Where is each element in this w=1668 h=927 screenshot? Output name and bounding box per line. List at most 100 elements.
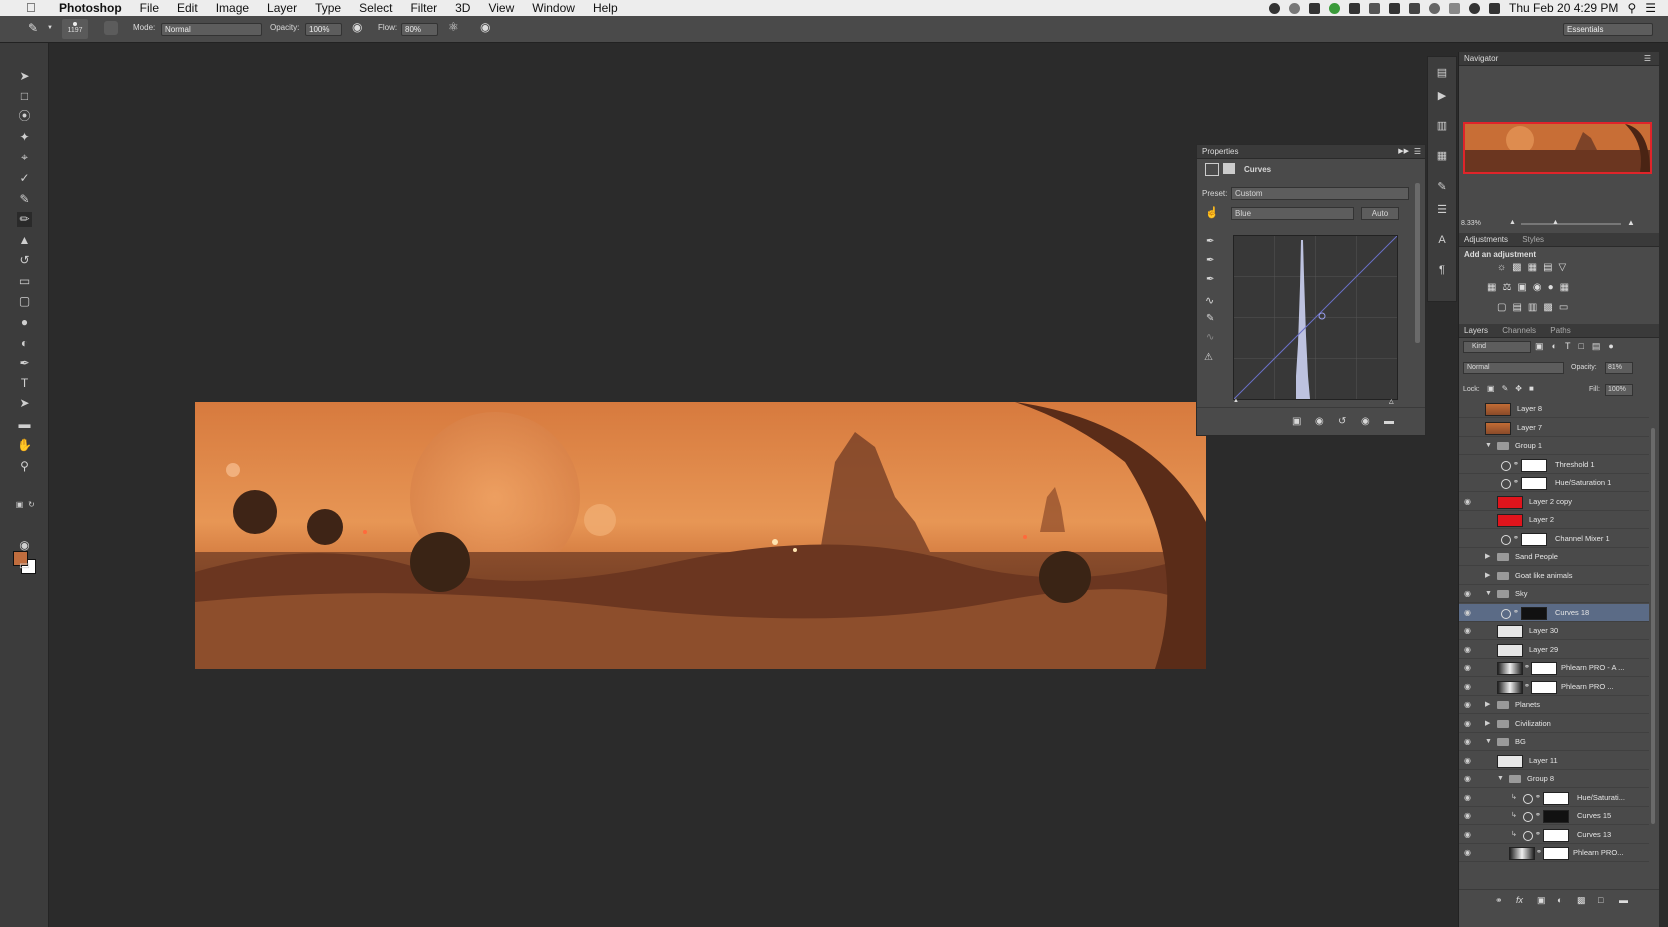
histogram-panel-icon[interactable]: ▥ <box>1436 120 1448 132</box>
layer-thumbnail[interactable] <box>1497 514 1523 527</box>
menu-clock[interactable]: Thu Feb 20 4:29 PM <box>1509 1 1618 15</box>
eye-icon[interactable]: ◉ <box>1464 627 1473 635</box>
layer-thumbnail[interactable] <box>1485 421 1511 435</box>
navigator-tab[interactable]: Navigator <box>1464 54 1498 63</box>
link-layers-icon[interactable]: ⚭ <box>1495 895 1503 906</box>
spotlight-search-icon[interactable]: ⚲ <box>1627 1 1636 15</box>
zoom-slider[interactable] <box>1521 223 1621 225</box>
bluetooth-icon[interactable] <box>1449 2 1461 14</box>
move-tool-icon[interactable]: ➤ <box>17 69 32 84</box>
pen-tool-icon[interactable]: ✒ <box>17 356 32 371</box>
character-panel-icon[interactable]: A <box>1436 234 1448 246</box>
layer-row[interactable]: ◉ ⚭ Phlearn PRO... <box>1459 844 1649 862</box>
layer-row[interactable]: ▼ Group 1 <box>1459 437 1649 455</box>
gradient-map-icon[interactable]: ▭ <box>1559 302 1574 313</box>
lock-all-icon[interactable]: ■ <box>1529 384 1541 393</box>
layer-row[interactable]: ⚭ Threshold 1 <box>1459 456 1649 474</box>
adjustments-tab[interactable]: Adjustments <box>1464 235 1508 244</box>
layer-mask-thumbnail[interactable] <box>1531 662 1557 675</box>
menu-file[interactable]: File <box>131 0 168 16</box>
chain-link-icon[interactable]: ⚭ <box>1535 826 1541 843</box>
evernote-icon[interactable] <box>1329 2 1341 14</box>
eject-icon[interactable] <box>1409 2 1421 14</box>
photo-filter-icon[interactable]: ◉ <box>1533 282 1548 293</box>
filter-shape-icon[interactable]: □ <box>1578 341 1591 351</box>
brush-presets-panel-icon[interactable]: ☰ <box>1436 204 1448 216</box>
airplay-icon[interactable] <box>1389 2 1401 14</box>
layer-row[interactable]: ◉ ▼ Sky <box>1459 585 1649 603</box>
layer-row[interactable]: ◉ ↳ ⚭ Curves 15 <box>1459 807 1649 825</box>
navigator-preview[interactable] <box>1463 122 1652 174</box>
menu-help[interactable]: Help <box>584 0 627 16</box>
paths-tab[interactable]: Paths <box>1550 326 1570 335</box>
eye-icon[interactable]: ◉ <box>1464 849 1473 857</box>
expand-arrow-icon[interactable]: ▼ <box>1485 585 1492 602</box>
visibility-toggle[interactable] <box>1464 535 1473 542</box>
visibility-toggle[interactable] <box>1464 442 1473 449</box>
menu-image[interactable]: Image <box>207 0 258 16</box>
layer-mask-thumbnail[interactable] <box>1543 828 1569 842</box>
airbrush-icon[interactable]: ⚛ <box>448 20 459 34</box>
layer-thumbnail[interactable] <box>1497 754 1523 768</box>
chain-link-icon[interactable]: ⚭ <box>1535 807 1541 824</box>
collapse-arrow-icon[interactable]: ▶ <box>1485 567 1490 584</box>
quick-select-tool-icon[interactable]: ✦ <box>17 130 32 145</box>
panel-menu-icon[interactable]: ☰ <box>1414 145 1421 158</box>
black-white-icon[interactable]: ▣ <box>1517 282 1532 293</box>
layer-row[interactable]: ◉ Layer 30 <box>1459 622 1649 640</box>
layer-mask-icon[interactable] <box>1223 163 1235 174</box>
layer-thumbnail[interactable] <box>1509 847 1535 860</box>
layer-row[interactable]: ◉ Layer 2 copy <box>1459 493 1649 511</box>
layer-row[interactable]: ◉ ↳ ⚭ Hue/Saturati... <box>1459 789 1649 807</box>
eraser-tool-icon[interactable]: ▭ <box>17 274 32 289</box>
wifi-icon[interactable] <box>1469 2 1481 14</box>
curves-icon[interactable]: ▦ <box>1528 262 1543 273</box>
properties-scrollbar[interactable] <box>1415 183 1420 343</box>
chain-link-icon[interactable]: ⚭ <box>1535 789 1541 806</box>
auto-button[interactable]: Auto <box>1361 207 1399 220</box>
dodge-tool-icon[interactable]: ◐ <box>17 336 32 351</box>
new-group-icon[interactable]: ▩ <box>1577 895 1586 906</box>
actions-panel-icon[interactable]: ▶ <box>1436 90 1448 102</box>
notification-center-icon[interactable]: ☰ <box>1645 1 1656 15</box>
workspace-select[interactable]: Essentials <box>1563 23 1653 36</box>
layer-row[interactable]: ◉ ▼ BG <box>1459 733 1649 751</box>
eye-icon[interactable]: ◉ <box>1464 664 1473 672</box>
screen-mode-icon[interactable]: ▭ <box>17 558 32 573</box>
blur-tool-icon[interactable]: ● <box>17 315 32 330</box>
color-lookup-icon[interactable]: ▦ <box>1560 282 1575 293</box>
lock-position-icon[interactable]: ✥ <box>1515 384 1529 393</box>
eye-icon[interactable]: ◉ <box>1464 830 1473 838</box>
brush-size-picker[interactable]: 1197 <box>62 19 88 39</box>
chain-link-icon[interactable]: ⚭ <box>1513 474 1519 491</box>
chain-link-icon[interactable]: ⚭ <box>1524 678 1530 695</box>
expand-arrow-icon[interactable]: ▼ <box>1485 437 1492 454</box>
menu-filter[interactable]: Filter <box>401 0 446 16</box>
hand-tool-icon[interactable]: ✋ <box>17 438 32 453</box>
eye-icon[interactable]: ◉ <box>1464 590 1473 598</box>
eye-icon[interactable]: ◉ <box>1464 497 1473 505</box>
layer-thumbnail[interactable] <box>1497 625 1523 638</box>
threshold-icon[interactable]: ▥ <box>1528 302 1543 313</box>
layer-mask-thumbnail[interactable] <box>1521 477 1547 490</box>
eye-icon[interactable]: ◉ <box>1464 793 1473 801</box>
layer-mask-thumbnail[interactable] <box>1543 791 1569 805</box>
layer-kind-filter[interactable]: Kind <box>1463 341 1531 353</box>
layer-row[interactable]: ⚭ Channel Mixer 1 <box>1459 530 1649 548</box>
delete-layer-icon[interactable]: ▬ <box>1619 895 1628 905</box>
expand-arrow-icon[interactable]: ▼ <box>1497 770 1504 787</box>
flow-input[interactable]: 80% <box>401 23 438 36</box>
menu-view[interactable]: View <box>479 0 523 16</box>
lock-transparent-icon[interactable]: ▣ <box>1487 384 1502 393</box>
layer-thumbnail[interactable] <box>1497 495 1523 509</box>
collapse-arrow-icon[interactable]: ▶ <box>1485 715 1490 732</box>
new-adjustment-layer-icon[interactable]: ◐ <box>1557 895 1562 905</box>
layer-mask-thumbnail[interactable] <box>1543 847 1569 860</box>
layer-row[interactable]: Layer 2 <box>1459 511 1649 529</box>
visibility-toggle[interactable] <box>1464 405 1473 412</box>
curve-edit-icon[interactable]: ∿ <box>1205 294 1214 307</box>
smooth-curve-icon[interactable]: ∿ <box>1206 332 1214 343</box>
layer-mask-thumbnail[interactable] <box>1531 680 1557 694</box>
layer-row[interactable]: ◉ ⚭ Phlearn PRO ... <box>1459 678 1649 696</box>
zoom-level[interactable]: 8.33% <box>1461 220 1481 227</box>
